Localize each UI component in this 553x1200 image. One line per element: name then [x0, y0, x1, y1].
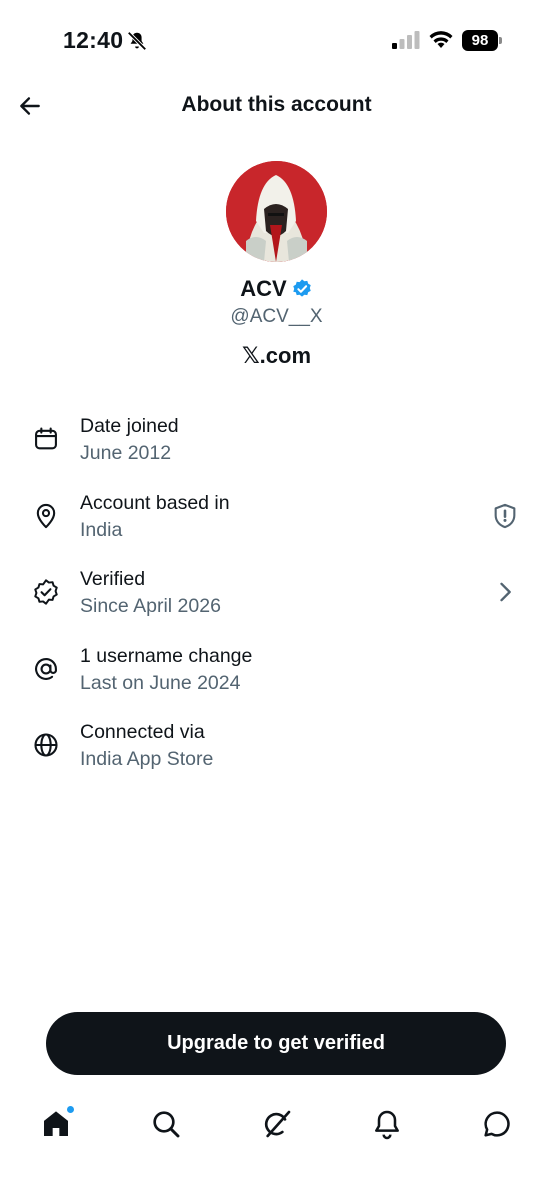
signal-icon: [392, 31, 420, 49]
tab-notifications[interactable]: [371, 1108, 403, 1140]
upgrade-button[interactable]: Upgrade to get verified: [46, 1012, 506, 1075]
info-value: India: [80, 518, 123, 541]
home-notification-dot: [66, 1105, 75, 1114]
battery-level: 98: [462, 30, 498, 51]
verified-check-icon: [34, 579, 58, 605]
chevron-right-icon[interactable]: [491, 578, 519, 606]
page-title: About this account: [181, 93, 372, 116]
status-time: 12:40: [63, 27, 124, 53]
profile-name: ACV: [240, 276, 287, 301]
location-pin-icon: [36, 503, 56, 528]
globe-icon: [34, 733, 58, 757]
messages-icon: [484, 1111, 510, 1137]
info-label: 1 username change: [80, 644, 253, 667]
calendar-icon: [35, 427, 57, 450]
info-row-verified[interactable]: Verified Since April 2026: [0, 561, 553, 638]
at-sign-icon: [35, 657, 57, 680]
profile-handle: @ACV__X: [230, 306, 323, 327]
info-label: Account based in: [80, 491, 230, 514]
info-label: Connected via: [80, 721, 205, 743]
tab-messages[interactable]: [481, 1108, 513, 1140]
tab-grok[interactable]: [261, 1108, 293, 1140]
info-value: India App Store: [80, 748, 214, 770]
avatar[interactable]: [226, 161, 327, 262]
avatar-image: [226, 161, 327, 262]
info-row-date-joined: Date joined June 2012: [0, 408, 553, 485]
tab-home[interactable]: [40, 1105, 75, 1140]
info-row-username-change: 1 username change Last on June 2024: [0, 638, 553, 715]
bell-off-icon: [127, 31, 147, 51]
grok-icon: [264, 1110, 291, 1138]
info-row-connected-via: Connected via India App Store: [0, 714, 553, 791]
platform-label: 𝕏.com: [0, 343, 553, 369]
status-bar: 12:40 98: [0, 0, 553, 80]
platform-text: 𝕏.com: [241, 343, 312, 368]
account-info-list: Date joined June 2012 Account based in I…: [0, 408, 553, 791]
wifi-icon: [429, 31, 453, 48]
battery-indicator: 98: [462, 30, 502, 51]
profile-name-row: ACV: [0, 276, 553, 302]
bottom-tab-bar: [0, 1090, 553, 1160]
shield-alert-icon[interactable]: [491, 502, 519, 530]
bell-icon: [375, 1110, 399, 1140]
info-label: Date joined: [80, 415, 179, 437]
nav-header: About this account: [0, 80, 553, 132]
info-value: Last on June 2024: [80, 671, 241, 694]
verified-badge-icon[interactable]: [291, 278, 313, 300]
search-icon: [153, 1111, 180, 1138]
info-row-account-based-in: Account based in India: [0, 485, 553, 562]
info-label: Verified: [80, 568, 146, 590]
tab-search[interactable]: [150, 1108, 182, 1140]
info-value: Since April 2026: [80, 595, 221, 617]
info-value: June 2012: [80, 442, 172, 464]
